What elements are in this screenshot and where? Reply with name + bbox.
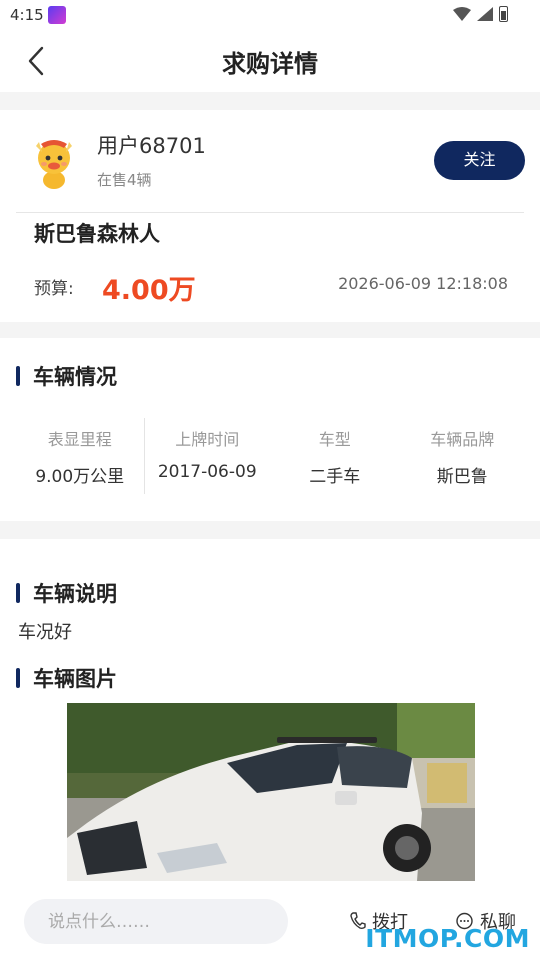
stat-car-type: 车型 二手车 <box>271 416 399 496</box>
follow-button[interactable]: 关注 <box>434 141 525 180</box>
section-title: 车辆说明 <box>33 582 117 606</box>
divider <box>16 212 524 213</box>
stat-value: 2017-06-09 <box>157 462 257 482</box>
post-datetime: 2026-06-09 12:18:08 <box>338 274 508 293</box>
stat-value: 斯巴鲁 <box>436 467 488 487</box>
signal-icon <box>477 7 493 21</box>
stat-value: 9.00万公里 <box>35 467 125 487</box>
page: 4:15 求购详情 用户68701 在售4辆 关注 斯巴鲁森林人 预算: 4.0… <box>0 0 540 960</box>
stat-mileage: 表显里程 9.00万公里 <box>16 416 144 496</box>
car-photo[interactable] <box>67 703 475 881</box>
stat-label: 车辆品牌 <box>430 430 495 449</box>
section-marker <box>16 366 20 386</box>
status-bar: 4:15 <box>0 0 540 32</box>
app-notification-icon <box>48 6 66 24</box>
header: 求购详情 <box>0 32 540 90</box>
user-listing-count: 在售4辆 <box>97 171 152 189</box>
stat-registration-date: 上牌时间 2017-06-09 <box>143 416 272 496</box>
user-card: 用户68701 在售4辆 关注 斯巴鲁森林人 预算: 4.00万 2026-06… <box>0 110 540 322</box>
stat-brand: 车辆品牌 斯巴鲁 <box>399 416 527 496</box>
car-name: 斯巴鲁森林人 <box>34 222 160 246</box>
description-text: 车况好 <box>18 622 72 643</box>
description-section-heading: 车辆说明 <box>16 578 117 608</box>
battery-icon <box>499 6 508 22</box>
budget-label: 预算: <box>34 279 74 299</box>
page-title: 求购详情 <box>222 50 318 78</box>
car-photo-image <box>67 703 475 881</box>
comment-input[interactable] <box>24 899 288 944</box>
divider-band <box>0 92 540 110</box>
stat-label: 上牌时间 <box>175 430 240 449</box>
user-name[interactable]: 用户68701 <box>97 130 206 160</box>
divider-band <box>0 322 540 338</box>
bottom-bar: 拨打 私聊 ITMOP.COM <box>0 884 540 960</box>
stat-value: 二手车 <box>309 467 361 487</box>
vehicle-section-heading: 车辆情况 <box>16 361 117 391</box>
stat-label: 车型 <box>318 430 351 449</box>
avatar[interactable] <box>30 134 78 190</box>
budget-value: 4.00万 <box>102 275 196 306</box>
divider-band <box>0 521 540 539</box>
phone-icon <box>350 912 366 930</box>
section-marker <box>16 583 20 603</box>
section-title: 车辆情况 <box>33 365 117 389</box>
vehicle-stats: 表显里程 9.00万公里 上牌时间 2017-06-09 车型 二手车 车辆品牌… <box>16 416 526 496</box>
watermark-logo: ITMOP.COM <box>365 924 530 953</box>
section-title: 车辆图片 <box>33 667 117 691</box>
wifi-icon <box>453 7 471 21</box>
stat-label: 表显里程 <box>47 430 112 449</box>
status-time: 4:15 <box>10 6 44 24</box>
images-section-heading: 车辆图片 <box>16 663 117 693</box>
section-marker <box>16 668 20 688</box>
status-icons <box>453 6 508 22</box>
